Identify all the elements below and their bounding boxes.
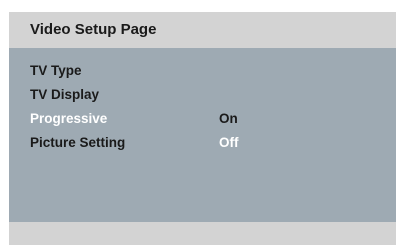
menu-item-label: TV Type: [30, 63, 82, 78]
menu-item-label: TV Display: [30, 87, 100, 102]
video-setup-panel: Video Setup Page TV Type TV Display Prog…: [9, 12, 396, 245]
picture-setting-value: Off: [219, 135, 239, 150]
title-bar: Video Setup Page: [9, 12, 396, 48]
page-title: Video Setup Page: [30, 21, 157, 38]
progressive-value: On: [219, 111, 238, 126]
footer-bar: [9, 222, 396, 245]
menu-item-tv-type[interactable]: TV Type: [30, 63, 380, 85]
menu-item-picture-setting[interactable]: Picture Setting Off: [30, 135, 380, 157]
menu-item-tv-display[interactable]: TV Display: [30, 87, 380, 109]
menu-item-label: Picture Setting: [30, 135, 126, 150]
menu-item-label: Progressive: [30, 111, 108, 126]
menu-item-progressive[interactable]: Progressive On: [30, 111, 380, 133]
